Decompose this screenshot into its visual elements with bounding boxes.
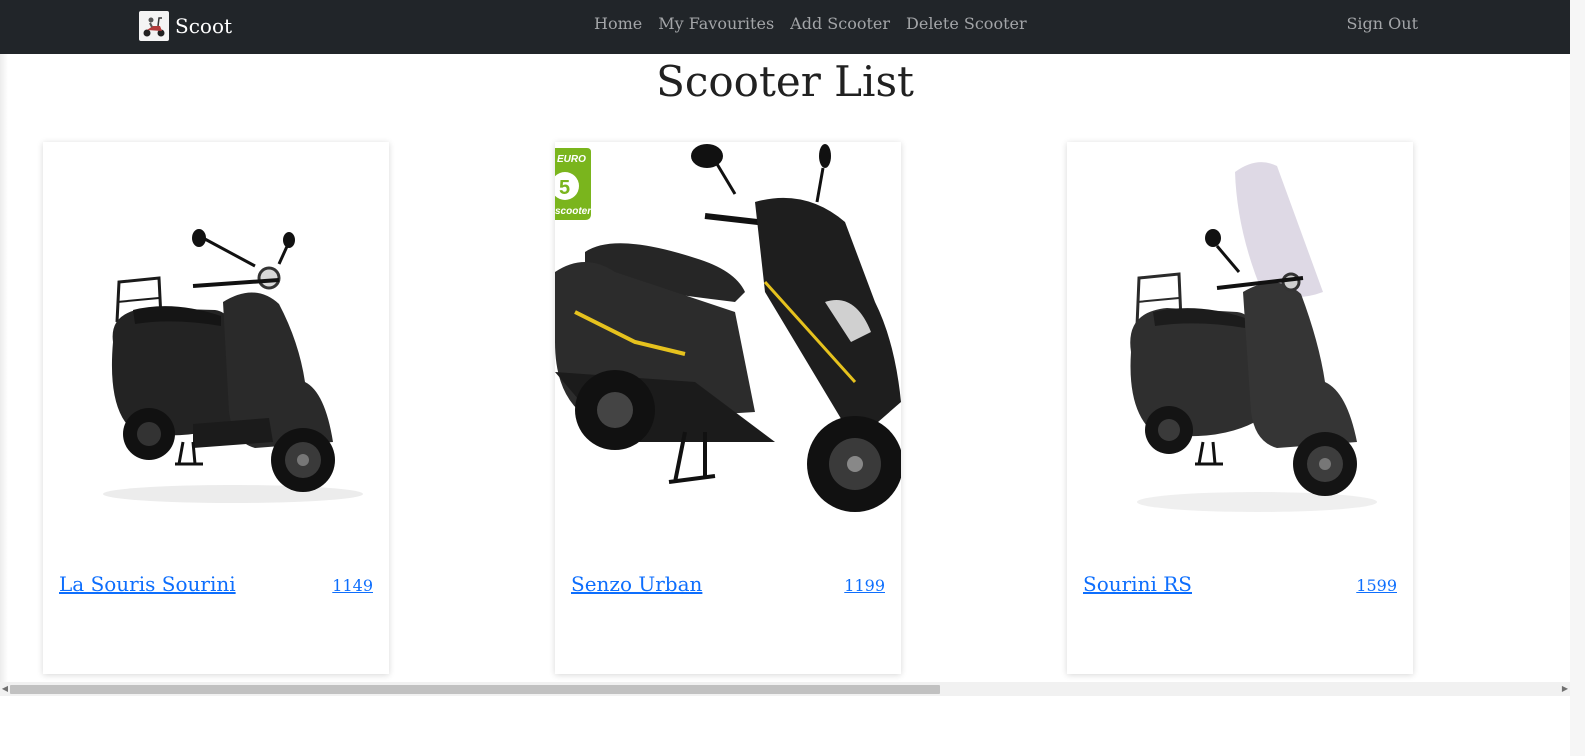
badge-number-text: 5 [559,177,570,199]
scooter-logo-icon [139,11,169,41]
horizontal-scrollbar[interactable]: ◀ ▶ [0,682,1570,696]
scrollbar-thumb[interactable] [10,685,940,694]
card-footer: La Souris Sourini 1149 [59,572,373,596]
badge-euro-text: EURO [557,154,586,165]
scooter-image [1067,142,1413,540]
scooter-card: Sourini RS 1599 [1067,142,1413,674]
brand-name: Scoot [175,14,233,38]
page-right-edge [1570,0,1585,756]
nav-home-link[interactable]: Home [594,14,642,33]
card-footer: Senzo Urban 1199 [571,572,885,596]
euro5-badge-icon: EURO 5 scooter [555,148,592,220]
nav-add-scooter-link[interactable]: Add Scooter [790,14,890,33]
scooter-price-link[interactable]: 1199 [844,576,885,595]
nav-delete-scooter-link[interactable]: Delete Scooter [906,14,1027,33]
scooter-name-link[interactable]: Senzo Urban [571,572,702,596]
nav-links: Home My Favourites Add Scooter Delete Sc… [594,14,1027,33]
scooter-name-link[interactable]: La Souris Sourini [59,572,236,596]
page-title: Scooter List [656,57,914,106]
brand-link[interactable]: Scoot [139,11,232,41]
scooter-card: EURO 5 scooter Senzo Urban 1199 [555,142,901,674]
card-footer: Sourini RS 1599 [1083,572,1397,596]
scroll-left-arrow-icon[interactable]: ◀ [0,683,10,695]
scooter-name-link[interactable]: Sourini RS [1083,572,1192,596]
sign-out-link[interactable]: Sign Out [1346,14,1418,33]
scooter-image: EURO 5 scooter [555,142,901,540]
scooter-image [43,142,389,540]
badge-scooter-text: scooter [555,206,592,217]
scooter-price-link[interactable]: 1149 [332,576,373,595]
page-left-edge [0,54,8,684]
scooter-price-link[interactable]: 1599 [1356,576,1397,595]
scroll-right-arrow-icon[interactable]: ▶ [1560,683,1570,695]
nav-favourites-link[interactable]: My Favourites [658,14,774,33]
scooter-card: La Souris Sourini 1149 [43,142,389,674]
top-navbar: Scoot Home My Favourites Add Scooter Del… [0,0,1570,54]
